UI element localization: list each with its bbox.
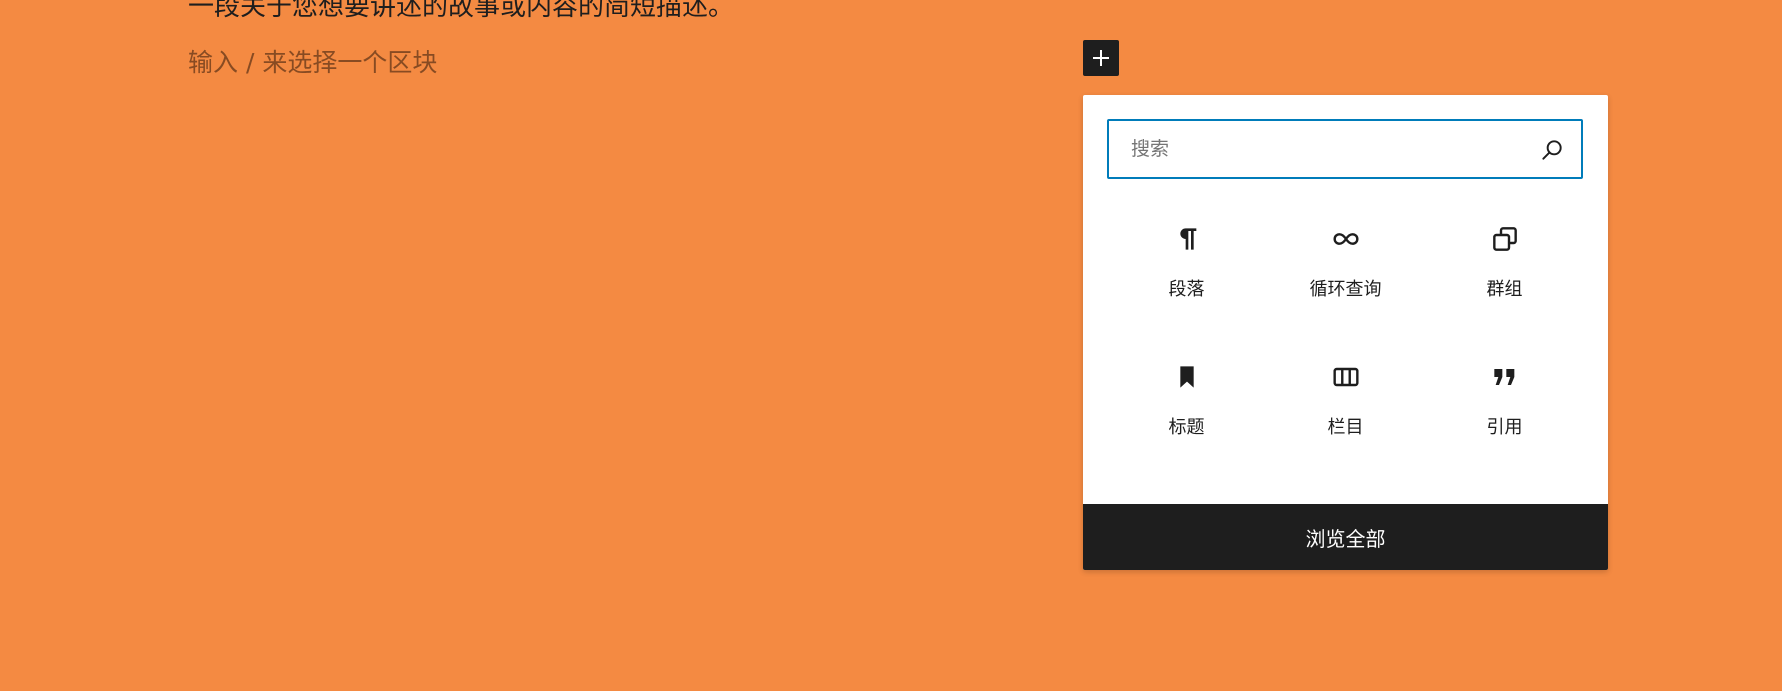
search-field[interactable] [1107,119,1583,179]
browse-all-button[interactable]: 浏览全部 [1083,504,1608,570]
block-label: 群组 [1486,279,1523,300]
block-placeholder[interactable]: 输入 / 来选择一个区块 [188,43,437,79]
block-item-columns[interactable]: 栏目 [1266,345,1425,483]
block-item-paragraph[interactable]: 段落 [1107,207,1266,345]
block-item-quote[interactable]: 引用 [1425,345,1584,483]
block-label: 引用 [1486,417,1523,438]
block-inserter-popover: 段落 循环查询 群组 [1083,95,1608,570]
add-block-button[interactable] [1083,40,1119,76]
block-label: 循环查询 [1309,279,1382,300]
block-item-heading[interactable]: 标题 [1107,345,1266,483]
block-grid: 段落 循环查询 群组 标题 栏目 引用 [1107,207,1584,483]
columns-icon [1328,359,1364,395]
bookmark-icon [1169,359,1205,395]
block-item-query-loop[interactable]: 循环查询 [1266,207,1425,345]
plus-icon [1093,50,1109,66]
search-input[interactable] [1109,121,1519,177]
block-label: 段落 [1168,279,1205,300]
block-item-group[interactable]: 群组 [1425,207,1584,345]
quote-icon [1487,359,1523,395]
search-icon[interactable] [1539,137,1565,163]
clipped-paragraph-text: 一段关于您想要讲述的故事或内容的简短描述。 [188,0,735,22]
group-icon [1487,221,1523,257]
block-label: 栏目 [1327,417,1364,438]
paragraph-icon [1169,221,1205,257]
loop-icon [1328,221,1364,257]
block-label: 标题 [1168,417,1205,438]
